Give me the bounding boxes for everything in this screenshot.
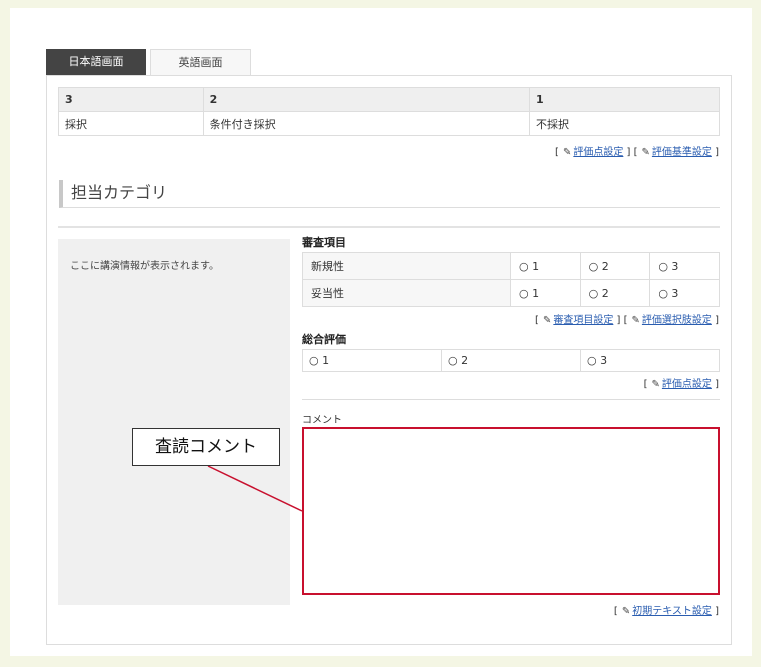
review-links: [✎ 審査項目設定 ] [✎ 評価選択肢設定 ] xyxy=(535,315,719,326)
comment-textarea[interactable] xyxy=(302,427,720,595)
score-value: 条件付き採択 xyxy=(202,111,530,136)
overall-links: [✎ 評価点設定 ] xyxy=(643,379,719,390)
score-header: 2 xyxy=(202,87,530,112)
table-row: ○ 1 ○ 2 ○ 3 xyxy=(302,349,720,372)
radio-option[interactable]: ○ 1 xyxy=(302,349,442,372)
tab-japanese[interactable]: 日本語画面 xyxy=(46,49,146,75)
divider xyxy=(58,226,720,228)
tab-english[interactable]: 英語画面 xyxy=(150,49,251,75)
radio-option[interactable]: ○ 2 xyxy=(579,252,651,280)
score-value: 不採択 xyxy=(528,111,721,136)
callout-label: 査読コメント xyxy=(132,428,280,466)
eval-criteria-link[interactable]: 評価基準設定 xyxy=(652,147,712,158)
radio-option[interactable]: ○ 3 xyxy=(649,279,720,307)
category-title: 担当カテゴリ xyxy=(59,180,720,208)
top-links: [✎ 評価点設定 ] [✎ 評価基準設定 ] xyxy=(555,147,719,158)
pencil-icon: ✎ xyxy=(631,315,640,326)
pencil-icon: ✎ xyxy=(641,147,650,158)
pencil-icon: ✎ xyxy=(651,379,660,390)
pencil-icon: ✎ xyxy=(621,606,631,617)
divider xyxy=(302,399,720,400)
initial-text-link[interactable]: 初期テキスト設定 xyxy=(632,606,712,617)
radio-option[interactable]: ○ 3 xyxy=(580,349,720,372)
table-row: 新規性 ○ 1 ○ 2 ○ 3 xyxy=(302,252,720,280)
score-header: 1 xyxy=(528,87,721,112)
radio-option[interactable]: ○ 3 xyxy=(649,252,720,280)
review-item-name: 新規性 xyxy=(302,252,511,280)
table-row: 3 2 1 xyxy=(58,87,721,112)
overall-eval-points-link[interactable]: 評価点設定 xyxy=(662,379,712,390)
overall-heading: 総合評価 xyxy=(302,333,346,346)
lecture-info-area: ここに講演情報が表示されます。 xyxy=(58,239,290,605)
score-header: 3 xyxy=(58,87,204,112)
review-items-table: 新規性 ○ 1 ○ 2 ○ 3 妥当性 ○ 1 ○ 2 ○ 3 xyxy=(302,252,720,307)
score-table: 3 2 1 採択 条件付き採択 不採択 xyxy=(58,87,721,136)
comment-links: [✎ 初期テキスト設定 ] xyxy=(613,606,719,617)
review-items-link[interactable]: 審査項目設定 xyxy=(553,315,613,326)
table-row: 妥当性 ○ 1 ○ 2 ○ 3 xyxy=(302,279,720,307)
eval-points-link[interactable]: 評価点設定 xyxy=(573,147,623,158)
review-item-name: 妥当性 xyxy=(302,279,511,307)
pencil-icon: ✎ xyxy=(542,315,552,326)
table-row: 採択 条件付き採択 不採択 xyxy=(58,111,721,136)
score-value: 採択 xyxy=(58,111,204,136)
pencil-icon: ✎ xyxy=(562,147,572,158)
radio-option[interactable]: ○ 2 xyxy=(579,279,651,307)
review-items-heading: 審査項目 xyxy=(302,236,346,249)
radio-option[interactable]: ○ 1 xyxy=(510,279,581,307)
overall-table: ○ 1 ○ 2 ○ 3 xyxy=(302,349,720,372)
radio-option[interactable]: ○ 1 xyxy=(510,252,581,280)
comment-label: コメント xyxy=(302,415,342,426)
radio-option[interactable]: ○ 2 xyxy=(441,349,581,372)
eval-options-link[interactable]: 評価選択肢設定 xyxy=(642,315,712,326)
